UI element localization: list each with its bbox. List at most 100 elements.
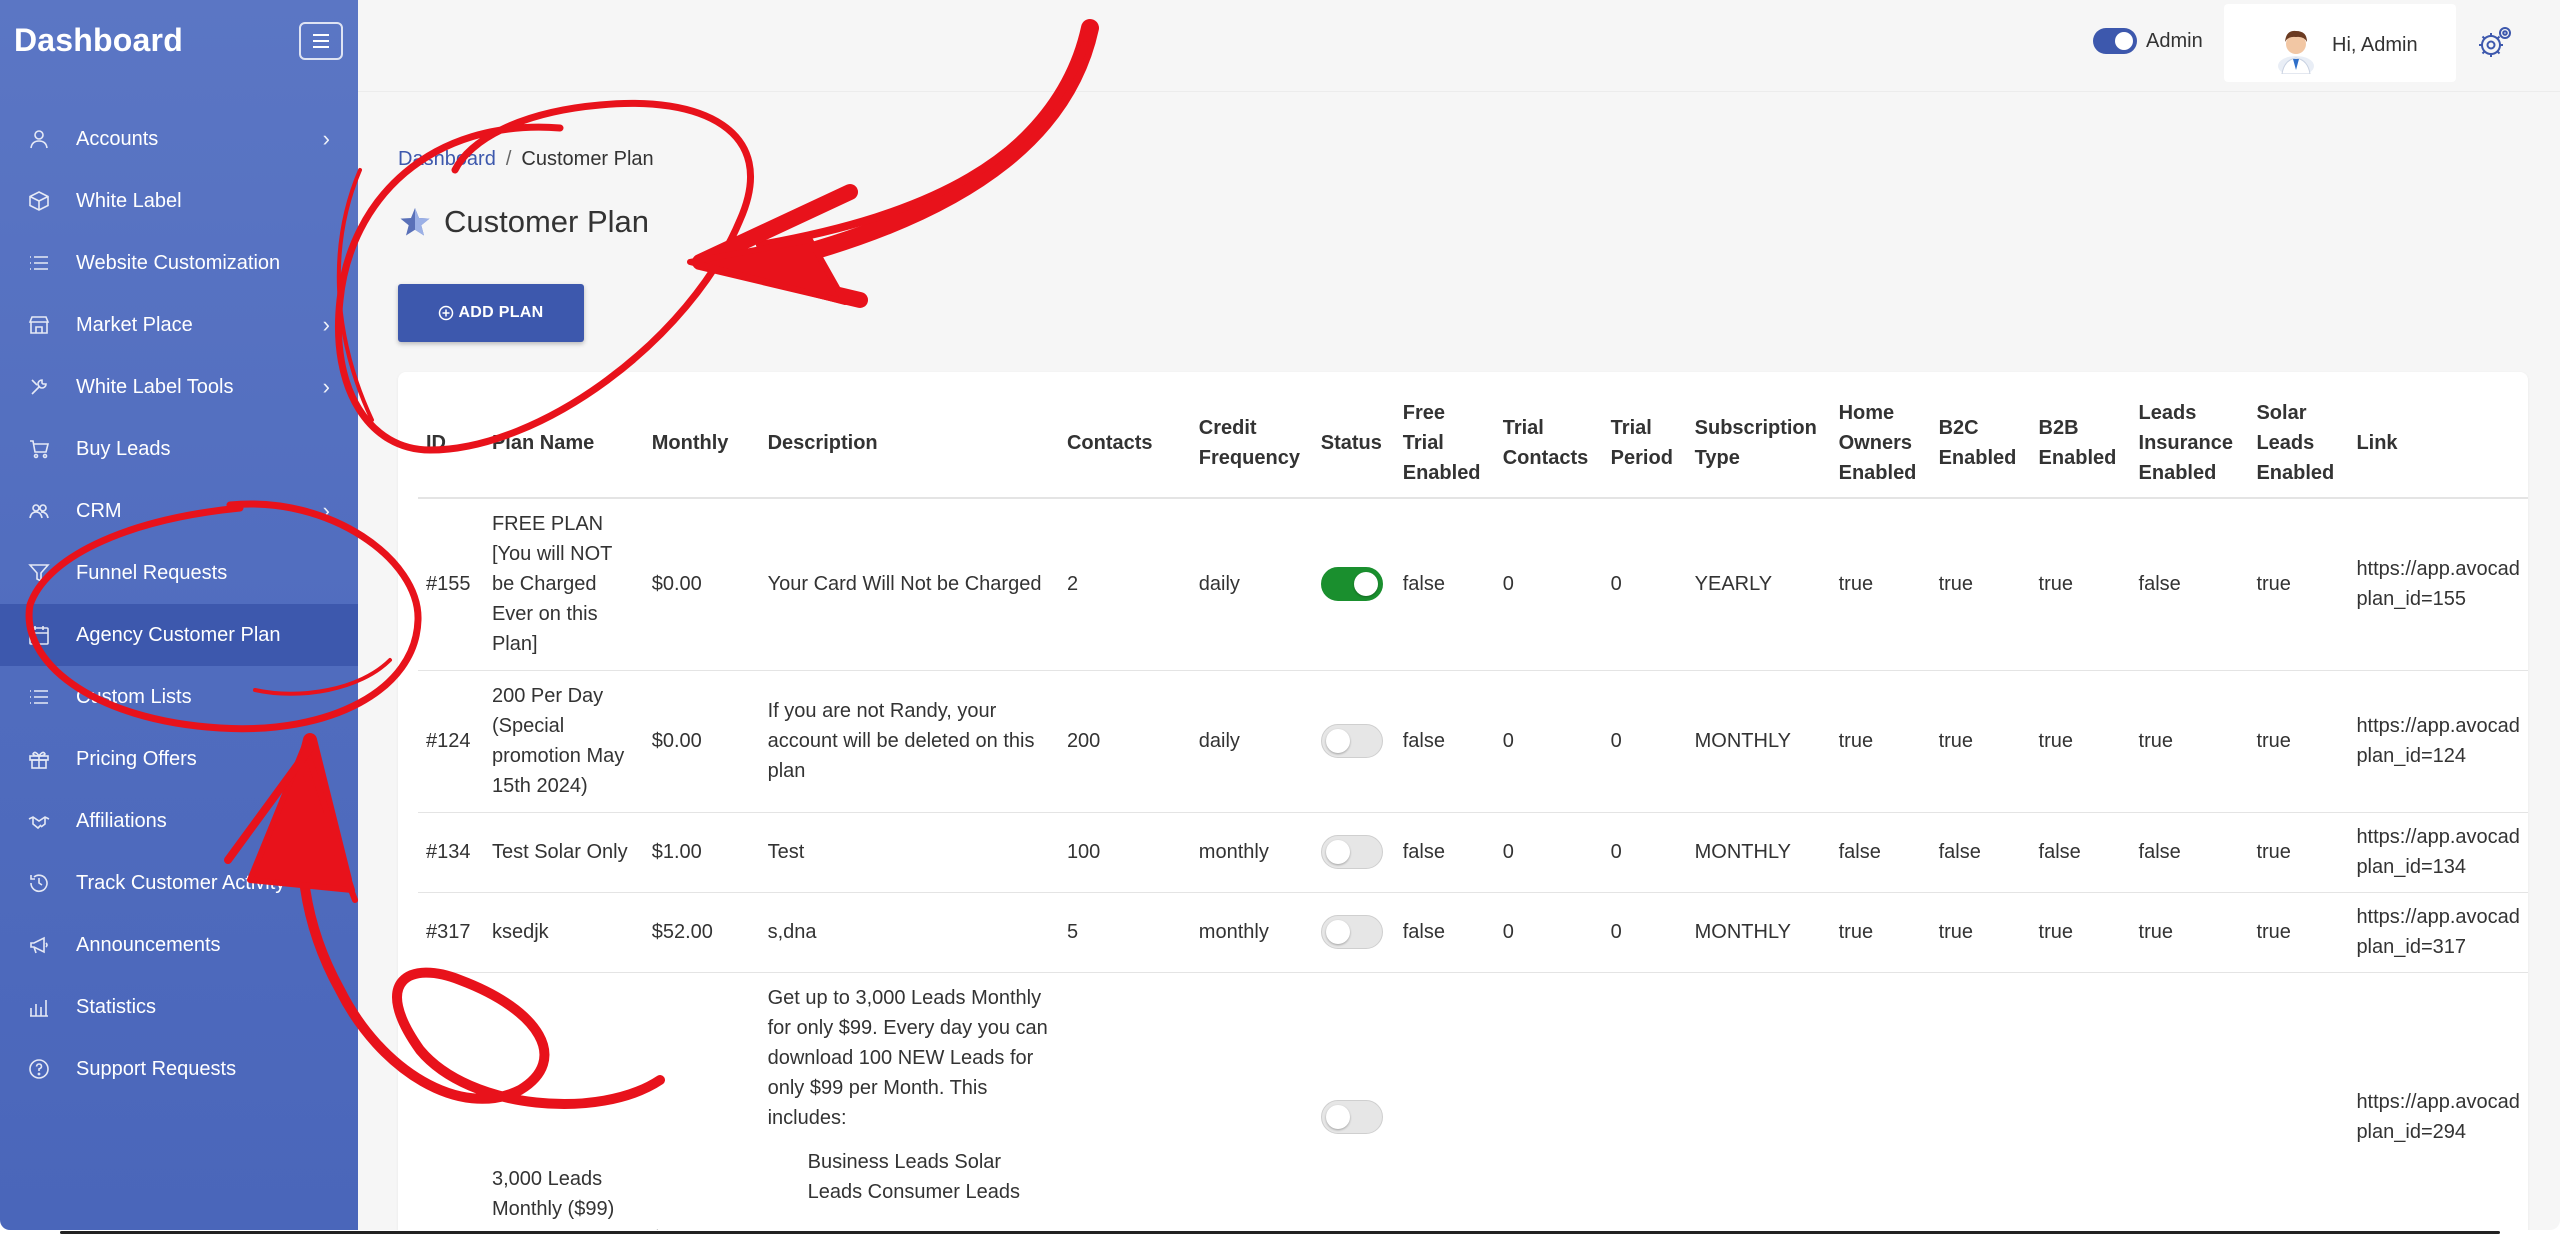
plan-link-url[interactable]: https://app.avocad bbox=[2356, 554, 2520, 584]
cell-link[interactable]: https://app.avocad plan_id=134 bbox=[2348, 812, 2528, 893]
status-toggle[interactable] bbox=[1320, 835, 1383, 869]
status-toggle[interactable] bbox=[1320, 567, 1383, 602]
sidebar-item-announcements[interactable]: Announcements bbox=[0, 914, 358, 976]
column-header-status[interactable]: Status bbox=[1312, 388, 1395, 499]
chevron-right-icon[interactable]: › bbox=[323, 314, 330, 336]
chevron-right-icon[interactable]: › bbox=[323, 500, 330, 522]
cell-trial-period: 0 bbox=[1602, 670, 1687, 813]
plan-link-url[interactable]: https://app.avocad bbox=[2356, 902, 2520, 932]
sidebar-item-accounts[interactable]: Accounts › bbox=[0, 108, 358, 170]
cube-icon bbox=[28, 190, 50, 212]
sidebar-item-white-label-tools[interactable]: White Label Tools › bbox=[0, 356, 358, 418]
cell-home-owners: true bbox=[1830, 892, 1931, 973]
cell-b2c: true bbox=[1930, 892, 2031, 973]
sidebar-item-label: Support Requests bbox=[76, 1057, 237, 1080]
cell-credit-frequency: daily bbox=[1190, 498, 1313, 671]
add-plan-button[interactable]: ADD PLAN bbox=[398, 284, 584, 342]
cell-b2b: true bbox=[2030, 972, 2131, 1230]
cell-status bbox=[1312, 498, 1395, 671]
sidebar-brand[interactable]: Dashboard bbox=[14, 22, 183, 59]
gift-icon bbox=[28, 748, 50, 770]
status-toggle[interactable] bbox=[1320, 1100, 1383, 1134]
plan-link-url[interactable]: https://app.avocad bbox=[2356, 1087, 2520, 1117]
column-header-id[interactable]: ID bbox=[418, 388, 484, 499]
column-header-free-trial-enabled[interactable]: Free Trial Enabled bbox=[1394, 388, 1495, 499]
column-header-trial-period[interactable]: Trial Period bbox=[1602, 388, 1687, 499]
cell-trial-period: 0 bbox=[1602, 498, 1687, 671]
list-icon bbox=[28, 252, 50, 274]
plan-link-id[interactable]: plan_id=124 bbox=[2356, 741, 2520, 771]
user-menu[interactable]: Hi, Admin bbox=[2224, 4, 2456, 82]
breadcrumb-home-link[interactable]: Dashboard bbox=[398, 148, 496, 170]
table-row[interactable]: #134 Test Solar Only $1.00 Test 100 monthly fa… bbox=[418, 812, 2528, 893]
cell-trial-period: 0 bbox=[1602, 892, 1687, 973]
sidebar-item-track-customer-activity[interactable]: Track Customer Activity bbox=[0, 852, 358, 914]
table-row[interactable]: #124 200 Per Day (Special promotion May 1… bbox=[418, 670, 2528, 813]
plan-link-url[interactable]: https://app.avocad bbox=[2356, 711, 2520, 741]
sidebar-item-label: Agency Customer Plan bbox=[76, 623, 281, 646]
column-header-plan-name[interactable]: Plan Name bbox=[483, 388, 644, 499]
cell-monthly: $0.00 bbox=[643, 670, 760, 813]
megaphone-icon bbox=[28, 934, 50, 956]
menu-toggle-button[interactable] bbox=[299, 22, 343, 60]
sidebar-item-support-requests[interactable]: Support Requests bbox=[0, 1038, 358, 1100]
column-header-description[interactable]: Description bbox=[759, 388, 1059, 499]
table-row[interactable]: #155 FREE PLAN [You will NOT be Charged E… bbox=[418, 498, 2528, 671]
plan-link-id[interactable]: plan_id=134 bbox=[2356, 852, 2520, 882]
sidebar-item-custom-lists[interactable]: Custom Lists bbox=[0, 666, 358, 728]
sidebar-item-affiliations[interactable]: Affiliations bbox=[0, 790, 358, 852]
sidebar-item-label: Accounts bbox=[76, 127, 159, 150]
sidebar-nav: Accounts › White Label Website Customizatio… bbox=[0, 108, 358, 1100]
cell-link[interactable]: https://app.avocad plan_id=317 bbox=[2348, 892, 2528, 973]
cell-trial-period: 0 bbox=[1602, 972, 1687, 1230]
cell-link[interactable]: https://app.avocad plan_id=155 bbox=[2348, 498, 2528, 671]
sidebar-item-label: White Label bbox=[76, 189, 182, 212]
cell-link[interactable]: https://app.avocad plan_id=124 bbox=[2348, 670, 2528, 813]
cell-home-owners: false bbox=[1830, 812, 1931, 893]
cell-link[interactable]: https://app.avocad plan_id=294 bbox=[2348, 972, 2528, 1230]
column-header-subscription-type[interactable]: Subscription Type bbox=[1686, 388, 1831, 499]
cell-name: Test Solar Only bbox=[483, 812, 644, 893]
sidebar-item-buy-leads[interactable]: Buy Leads bbox=[0, 418, 358, 480]
column-header-b2b-enabled[interactable]: B2B Enabled bbox=[2030, 388, 2131, 499]
sidebar-item-label: Funnel Requests bbox=[76, 561, 228, 584]
avatar bbox=[2278, 30, 2314, 74]
table-row[interactable]: #317 ksedjk $52.00 s,dna 5 monthly false 0 0 MONT… bbox=[418, 892, 2528, 973]
sidebar-item-white-label[interactable]: White Label bbox=[0, 170, 358, 232]
cell-description: s,dna bbox=[759, 892, 1059, 973]
column-header-leads-insurance-enabled[interactable]: Leads Insurance Enabled bbox=[2130, 388, 2249, 499]
sidebar-item-crm[interactable]: CRM › bbox=[0, 480, 358, 542]
sidebar-item-agency-customer-plan[interactable]: Agency Customer Plan bbox=[0, 604, 358, 666]
admin-mode-toggle[interactable] bbox=[2093, 28, 2137, 54]
sidebar-item-website-customization[interactable]: Website Customization bbox=[0, 232, 358, 294]
column-header-monthly[interactable]: Monthly bbox=[643, 388, 760, 499]
sidebar-item-market-place[interactable]: Market Place › bbox=[0, 294, 358, 356]
table-row[interactable]: #2943,000 Leads Monthly ($99) [LIMITED$9… bbox=[418, 972, 2528, 1230]
status-toggle[interactable] bbox=[1320, 915, 1383, 949]
plan-link-url[interactable]: https://app.avocad bbox=[2356, 822, 2520, 852]
cell-b2c: true bbox=[1930, 670, 2031, 813]
sidebar-item-statistics[interactable]: Statistics bbox=[0, 976, 358, 1038]
column-header-credit-frequency[interactable]: Credit Frequency bbox=[1190, 388, 1313, 499]
sidebar-item-funnel-requests[interactable]: Funnel Requests bbox=[0, 542, 358, 604]
column-header-contacts[interactable]: Contacts bbox=[1058, 388, 1191, 499]
column-header-solar-leads-enabled[interactable]: Solar Leads Enabled bbox=[2248, 388, 2349, 499]
hamburger-icon-line bbox=[313, 46, 329, 48]
plans-table-card: ID Plan Name Monthly Description Contacts Cre… bbox=[398, 372, 2528, 1230]
chevron-right-icon[interactable]: › bbox=[323, 376, 330, 398]
column-header-b2c-enabled[interactable]: B2C Enabled bbox=[1930, 388, 2031, 499]
column-header-trial-contacts[interactable]: Trial Contacts bbox=[1494, 388, 1603, 499]
plan-link-id[interactable]: plan_id=155 bbox=[2356, 584, 2520, 614]
plan-link-id[interactable]: plan_id=294 bbox=[2356, 1117, 2520, 1147]
chevron-right-icon[interactable]: › bbox=[323, 128, 330, 150]
cell-monthly: $1.00 bbox=[643, 812, 760, 893]
column-header-link[interactable]: Link bbox=[2348, 388, 2528, 499]
settings-gear-icon[interactable] bbox=[2476, 24, 2514, 62]
sidebar-item-pricing-offers[interactable]: Pricing Offers bbox=[0, 728, 358, 790]
cell-contacts: 5 bbox=[1058, 892, 1191, 973]
plan-link-id[interactable]: plan_id=317 bbox=[2356, 932, 2520, 962]
column-header-home-owners-enabled[interactable]: Home Owners Enabled bbox=[1830, 388, 1931, 499]
status-toggle[interactable] bbox=[1320, 724, 1383, 758]
sidebar: Dashboard Accounts › White Label Website Cu… bbox=[0, 0, 358, 1230]
cell-home-owners: true bbox=[1830, 972, 1931, 1230]
